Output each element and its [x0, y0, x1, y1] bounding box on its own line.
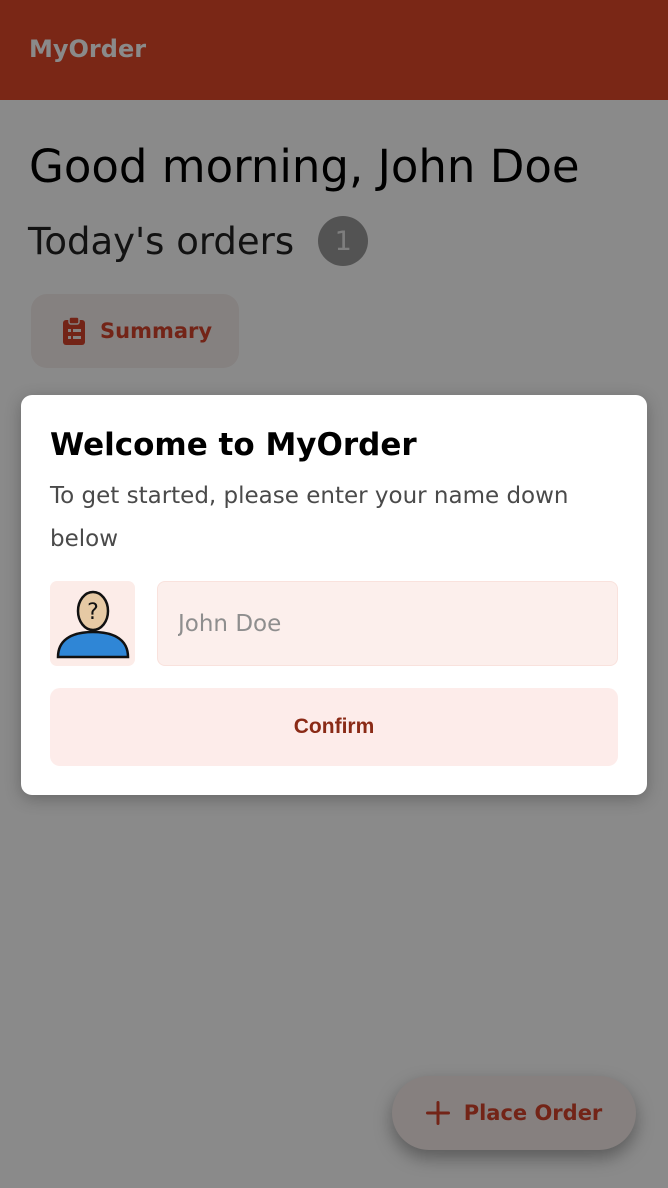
name-input[interactable]	[157, 581, 618, 666]
confirm-button[interactable]: Confirm	[50, 688, 618, 766]
avatar: ?	[50, 581, 135, 666]
unknown-person-icon: ?	[56, 590, 129, 658]
confirm-label: Confirm	[293, 715, 375, 738]
welcome-dialog: Welcome to MyOrder To get started, pleas…	[21, 395, 647, 795]
dialog-subtitle: To get started, please enter your name d…	[50, 483, 569, 552]
dialog-title: Welcome to MyOrder	[50, 427, 417, 463]
svg-text:?: ?	[87, 600, 99, 625]
